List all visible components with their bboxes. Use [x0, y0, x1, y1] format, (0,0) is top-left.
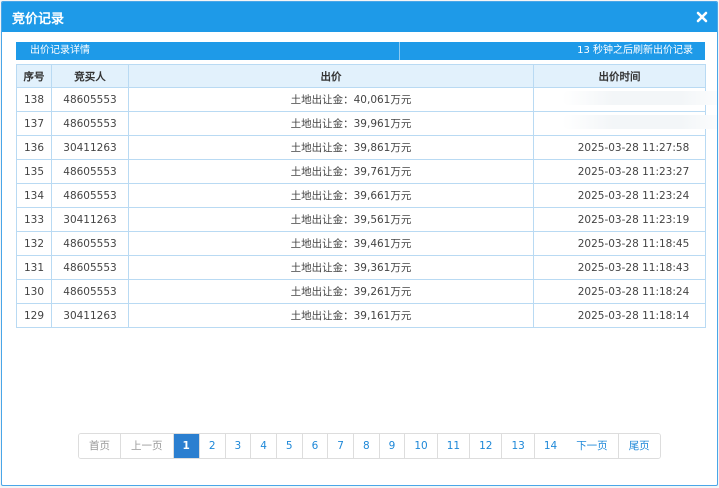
table-row: 135 48605553 土地出让金：39,761万元 2025-03-28 11:2…: [16, 159, 706, 184]
bidder-cell: 30411263: [51, 303, 129, 328]
time-cell: [533, 87, 717, 112]
dialog-content: 出价记录详情 13 秒钟之后刷新出价记录 序号 竞买人 出价 出价时间 138 4…: [16, 42, 717, 328]
page-4-button[interactable]: 4: [251, 434, 277, 458]
bidder-cell: 48605553: [51, 255, 129, 280]
table-row: 136 30411263 土地出让金：39,861万元 2025-03-28 11:2…: [16, 135, 706, 160]
page-1-button[interactable]: 1: [173, 434, 200, 458]
seq-cell: 137: [16, 111, 52, 136]
table-row: 130 48605553 土地出让金：39,261万元 2025-03-28 11:1…: [16, 279, 706, 304]
price-cell: 土地出让金：39,261万元: [128, 279, 534, 304]
page-9-button[interactable]: 9: [379, 434, 406, 458]
pagination: 首页 上一页 1 2 3 4 5 6 7 8 9 10 11 12 13 14 下一页 尾页: [78, 433, 661, 459]
seq-cell: 131: [16, 255, 52, 280]
table-header-row: 序号 竞买人 出价 出价时间: [16, 64, 706, 88]
bidder-cell: 48605553: [51, 87, 129, 112]
time-cell: [533, 111, 717, 136]
prev-page-button[interactable]: 上一页: [121, 434, 174, 458]
price-cell: 土地出让金：39,661万元: [128, 183, 534, 208]
header-seq: 序号: [16, 64, 52, 88]
bidder-cell: 30411263: [51, 207, 129, 232]
table-row: 133 30411263 土地出让金：39,561万元 2025-03-28 11:2…: [16, 207, 706, 232]
table-row: 129 30411263 土地出让金：39,161万元 2025-03-28 11:1…: [16, 303, 706, 328]
price-cell: 土地出让金：39,761万元: [128, 159, 534, 184]
bidder-cell: 48605553: [51, 231, 129, 256]
seq-cell: 134: [16, 183, 52, 208]
table-row: 138 48605553 土地出让金：40,061万元: [16, 87, 717, 112]
bidder-cell: 30411263: [51, 135, 129, 160]
records-detail-label: 出价记录详情: [16, 42, 400, 60]
page-14-button[interactable]: 14: [534, 434, 567, 458]
seq-cell: 136: [16, 135, 52, 160]
close-icon[interactable]: [693, 8, 711, 26]
first-page-button[interactable]: 首页: [79, 434, 121, 458]
page-5-button[interactable]: 5: [276, 434, 303, 458]
page-13-button[interactable]: 13: [502, 434, 535, 458]
price-cell: 土地出让金：39,361万元: [128, 255, 534, 280]
time-cell: 2025-03-28 11:23:24: [533, 183, 706, 208]
redacted-time: [562, 115, 717, 129]
price-cell: 土地出让金：39,461万元: [128, 231, 534, 256]
redacted-time: [562, 91, 717, 105]
seq-cell: 138: [16, 87, 52, 112]
price-cell: 土地出让金：39,961万元: [128, 111, 534, 136]
page-8-button[interactable]: 8: [353, 434, 380, 458]
seq-cell: 132: [16, 231, 52, 256]
page-12-button[interactable]: 12: [470, 434, 503, 458]
bidder-cell: 48605553: [51, 183, 129, 208]
refresh-countdown: 13 秒钟之后刷新出价记录: [577, 45, 693, 56]
price-cell: 土地出让金：39,561万元: [128, 207, 534, 232]
seq-cell: 130: [16, 279, 52, 304]
page-6-button[interactable]: 6: [302, 434, 329, 458]
time-cell: 2025-03-28 11:18:43: [533, 255, 706, 280]
price-cell: 土地出让金：39,861万元: [128, 135, 534, 160]
time-cell: 2025-03-28 11:18:14: [533, 303, 706, 328]
time-cell: 2025-03-28 11:18:24: [533, 279, 706, 304]
header-bidder: 竞买人: [51, 64, 129, 88]
price-cell: 土地出让金：40,061万元: [128, 87, 534, 112]
seq-cell: 135: [16, 159, 52, 184]
last-page-button[interactable]: 尾页: [618, 434, 660, 458]
dialog-title: 竞价记录: [12, 11, 65, 27]
time-cell: 2025-03-28 11:18:45: [533, 231, 706, 256]
page-3-button[interactable]: 3: [225, 434, 252, 458]
info-bar: 出价记录详情 13 秒钟之后刷新出价记录: [16, 42, 705, 60]
table-row: 137 48605553 土地出让金：39,961万元: [16, 111, 717, 136]
price-cell: 土地出让金：39,161万元: [128, 303, 534, 328]
page-10-button[interactable]: 10: [405, 434, 438, 458]
seq-cell: 129: [16, 303, 52, 328]
header-time: 出价时间: [533, 64, 706, 88]
table-row: 132 48605553 土地出让金：39,461万元 2025-03-28 11:1…: [16, 231, 706, 256]
bidder-cell: 48605553: [51, 111, 129, 136]
time-cell: 2025-03-28 11:23:27: [533, 159, 706, 184]
time-cell: 2025-03-28 11:23:19: [533, 207, 706, 232]
page-11-button[interactable]: 11: [437, 434, 471, 458]
next-page-button[interactable]: 下一页: [566, 434, 619, 458]
seq-cell: 133: [16, 207, 52, 232]
header-price: 出价: [128, 64, 534, 88]
time-cell: 2025-03-28 11:27:58: [533, 135, 706, 160]
bid-records-dialog: 竞价记录 出价记录详情 13 秒钟之后刷新出价记录 序号 竞买人 出价 出价时间: [1, 1, 718, 486]
table-row: 131 48605553 土地出让金：39,361万元 2025-03-28 11:1…: [16, 255, 706, 280]
page-7-button[interactable]: 7: [328, 434, 354, 458]
bid-records-table: 序号 竞买人 出价 出价时间 138 48605553 土地出让金：40,061万元…: [16, 64, 717, 328]
bidder-cell: 48605553: [51, 159, 129, 184]
dialog-titlebar: 竞价记录: [2, 2, 717, 32]
page-2-button[interactable]: 2: [199, 434, 226, 458]
bidder-cell: 48605553: [51, 279, 129, 304]
table-row: 134 48605553 土地出让金：39,661万元 2025-03-28 11:2…: [16, 183, 706, 208]
